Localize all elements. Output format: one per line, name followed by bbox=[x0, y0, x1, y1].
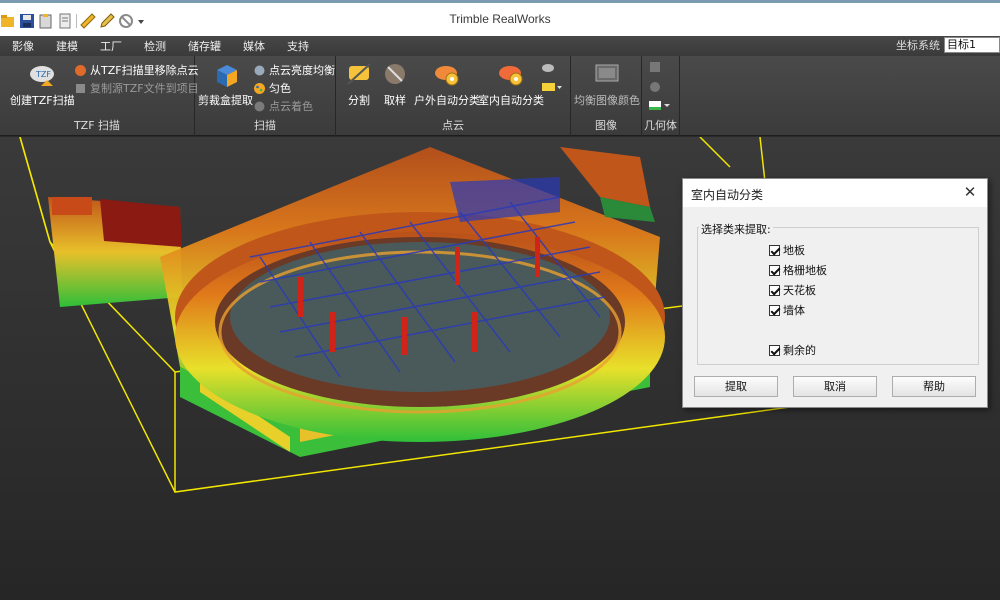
annex-block bbox=[48, 197, 182, 307]
ribbon-group-label-cloud: 点云 bbox=[442, 119, 464, 132]
colorize-icon bbox=[254, 101, 265, 111]
brightness-label: 点云亮度均衡 bbox=[269, 64, 335, 77]
ribbon-group-image: 均衡图像颜色 图像 bbox=[571, 56, 642, 136]
svg-text:TZF: TZF bbox=[35, 70, 51, 79]
tank-ring bbox=[175, 212, 665, 442]
menu-bar: 影像 建模 工厂 检测 储存罐 媒体 支持 坐标系统 目标1 bbox=[0, 36, 1000, 56]
split-label: 分割 bbox=[348, 94, 370, 107]
menu-item-media[interactable]: 媒体 bbox=[233, 38, 275, 54]
image-balance-icon bbox=[595, 64, 619, 82]
option-floor[interactable]: 地板 bbox=[769, 242, 805, 258]
app-title: Trimble RealWorks bbox=[449, 12, 551, 26]
title-bar: Trimble RealWorks bbox=[0, 0, 1000, 36]
checkbox-ceiling[interactable] bbox=[769, 284, 780, 296]
cloud-tzf-icon: TZF bbox=[30, 66, 55, 86]
menu-item-modeling[interactable]: 建模 bbox=[46, 38, 88, 54]
outdoor-classify-label: 户外自动分类 bbox=[414, 94, 480, 107]
remove-cloud-label: 从TZF扫描里移除点云 bbox=[90, 64, 199, 77]
crop-box-label: 剪裁盒提取 bbox=[198, 94, 253, 107]
ribbon-group-tzf: TZF 创建TZF扫描 从TZF扫描里移除点云 复制源TZF文件到项目 TZF … bbox=[0, 56, 199, 136]
dialog-title-bar[interactable]: 室内自动分类 ✕ bbox=[683, 179, 987, 207]
option-ceiling-label: 天花板 bbox=[783, 284, 816, 297]
split-button[interactable]: 分割 bbox=[344, 60, 374, 108]
sample-label: 取样 bbox=[384, 94, 406, 107]
crop-box-button[interactable]: 剪裁盒提取 bbox=[198, 60, 253, 108]
geometry-grid-icon[interactable] bbox=[648, 60, 662, 74]
cloud-color-dropdown-icon[interactable] bbox=[541, 80, 563, 94]
class-selection-group-title: 选择类来提取: bbox=[699, 221, 773, 237]
indoor-classify-button[interactable]: 室内自动分类 bbox=[478, 60, 544, 108]
remove-icon bbox=[75, 64, 86, 76]
remove-cloud-button[interactable]: 从TZF扫描里移除点云 bbox=[74, 62, 199, 78]
outdoor-classify-button[interactable]: 户外自动分类 bbox=[414, 60, 480, 108]
geometry-sphere-icon[interactable] bbox=[648, 80, 662, 94]
brightness-button[interactable]: 点云亮度均衡 bbox=[253, 62, 335, 78]
right-annex bbox=[450, 147, 655, 222]
geometry-color-dropdown-icon[interactable] bbox=[648, 98, 672, 112]
menu-item-tank[interactable]: 储存罐 bbox=[178, 38, 231, 54]
ribbon-group-label-tzf: TZF 扫描 bbox=[73, 119, 121, 132]
ribbon-group-label-scan: 扫描 bbox=[254, 119, 276, 132]
uniform-color-button[interactable]: 匀色 bbox=[253, 80, 291, 96]
palette-icon bbox=[254, 82, 265, 94]
option-wall[interactable]: 墙体 bbox=[769, 302, 805, 318]
colorize-label: 点云着色 bbox=[269, 100, 313, 113]
coordinate-system-select[interactable]: 目标1 bbox=[944, 37, 1000, 53]
colorize-button[interactable]: 点云着色 bbox=[253, 98, 313, 114]
sample-button[interactable]: 取样 bbox=[380, 60, 410, 108]
sample-icon bbox=[385, 64, 405, 84]
create-tzf-label: 创建TZF扫描 bbox=[10, 94, 75, 107]
option-wall-label: 墙体 bbox=[783, 304, 805, 317]
ribbon-group-cloud: 分割 取样 户外自动分类 室内自动分类 点云 bbox=[336, 56, 571, 136]
ribbon-group-geometry: 几何体 bbox=[642, 56, 680, 136]
help-button[interactable]: 帮助 bbox=[892, 376, 976, 397]
option-grating-floor[interactable]: 格栅地板 bbox=[769, 262, 827, 278]
balance-color-label: 均衡图像颜色 bbox=[574, 94, 640, 107]
outdoor-gear-icon bbox=[435, 66, 459, 86]
brightness-icon bbox=[254, 65, 265, 75]
extract-button[interactable]: 提取 bbox=[694, 376, 778, 397]
checkbox-remaining[interactable] bbox=[769, 344, 780, 356]
coordinate-system: 坐标系统 目标1 bbox=[896, 37, 1000, 53]
cancel-button[interactable]: 取消 bbox=[793, 376, 877, 397]
ribbon-group-scan: 剪裁盒提取 点云亮度均衡 匀色 点云着色 扫描 bbox=[195, 56, 336, 136]
class-selection-group bbox=[697, 227, 979, 365]
indoor-classify-dialog: 室内自动分类 ✕ 选择类来提取: 地板 格栅地板 天花板 墙体 剩余的 提取 取… bbox=[682, 178, 988, 408]
dialog-title: 室内自动分类 bbox=[691, 188, 764, 202]
option-ceiling[interactable]: 天花板 bbox=[769, 282, 816, 298]
indoor-classify-label: 室内自动分类 bbox=[478, 94, 544, 107]
menu-item-inspection[interactable]: 检测 bbox=[134, 38, 176, 54]
ribbon-group-label-image: 图像 bbox=[595, 119, 617, 132]
cloud-small-icon[interactable] bbox=[541, 60, 555, 74]
checkbox-floor[interactable] bbox=[769, 244, 780, 256]
coordinate-system-label: 坐标系统 bbox=[896, 39, 940, 52]
ribbon: TZF 创建TZF扫描 从TZF扫描里移除点云 复制源TZF文件到项目 TZF … bbox=[0, 56, 1000, 136]
checkbox-wall[interactable] bbox=[769, 304, 780, 316]
create-tzf-button[interactable]: TZF 创建TZF扫描 bbox=[10, 60, 75, 108]
balance-color-button[interactable]: 均衡图像颜色 bbox=[574, 60, 640, 108]
indoor-gear-icon bbox=[499, 66, 523, 86]
menu-item-plant[interactable]: 工厂 bbox=[90, 38, 132, 54]
copy-tzf-button[interactable]: 复制源TZF文件到项目 bbox=[74, 80, 199, 96]
option-remaining[interactable]: 剩余的 bbox=[769, 342, 816, 358]
ribbon-group-label-geometry: 几何体 bbox=[644, 119, 677, 132]
option-remaining-label: 剩余的 bbox=[783, 344, 816, 357]
split-icon bbox=[347, 63, 371, 85]
option-floor-label: 地板 bbox=[783, 244, 805, 257]
copy-icon bbox=[76, 83, 85, 93]
crop-box-icon bbox=[216, 65, 237, 87]
menu-item-imaging[interactable]: 影像 bbox=[2, 38, 44, 54]
copy-tzf-label: 复制源TZF文件到项目 bbox=[90, 82, 199, 95]
checkbox-grating-floor[interactable] bbox=[769, 264, 780, 276]
close-icon[interactable]: ✕ bbox=[962, 184, 978, 200]
menu-item-support[interactable]: 支持 bbox=[277, 38, 319, 54]
uniform-color-label: 匀色 bbox=[269, 82, 291, 95]
option-grating-floor-label: 格栅地板 bbox=[783, 264, 827, 277]
